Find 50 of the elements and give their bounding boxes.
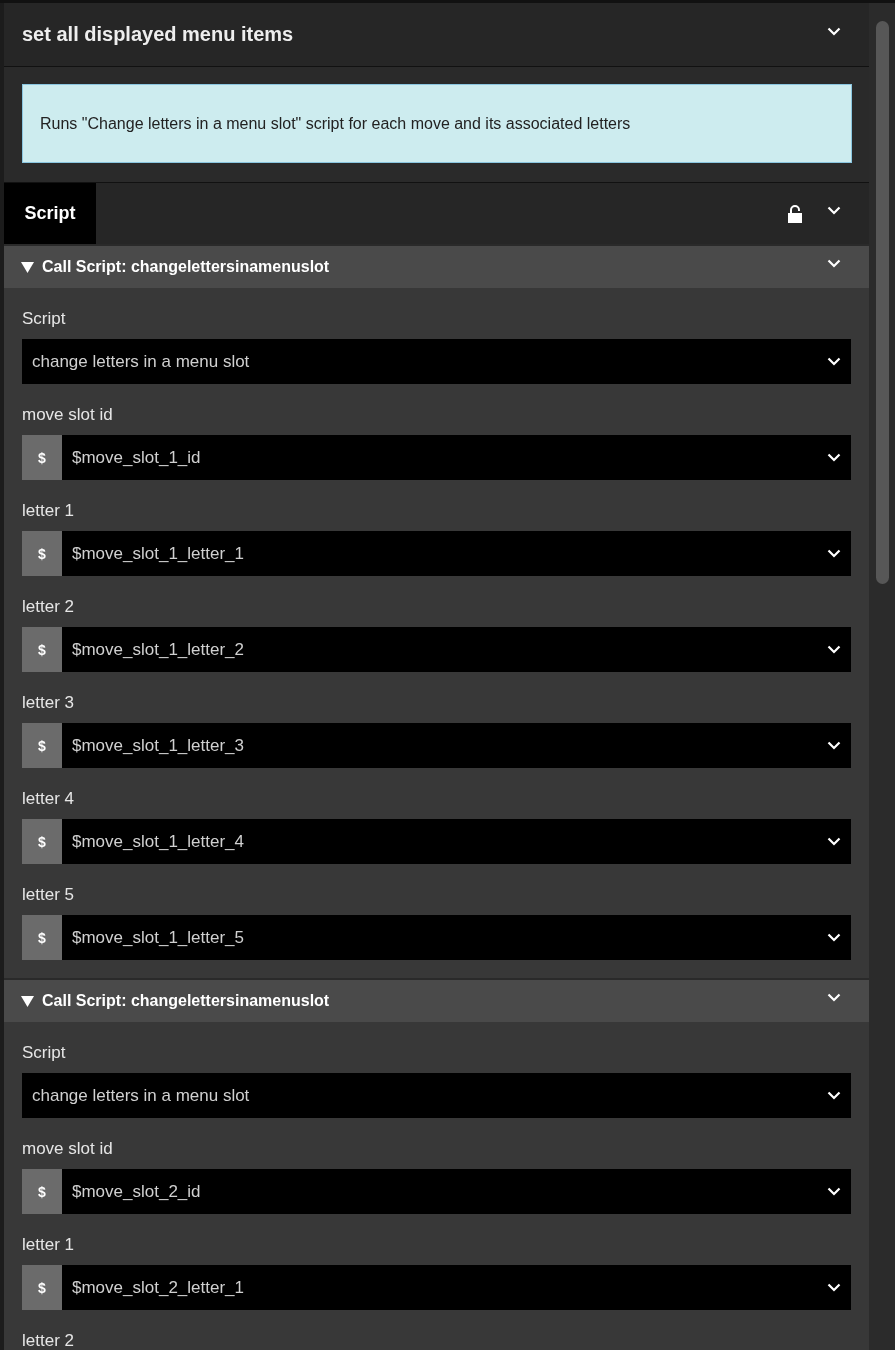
collapse-chevron-icon[interactable] — [827, 258, 841, 268]
dropdown-field[interactable]: $move_slot_1_letter_1 — [62, 531, 851, 576]
chevron-down-icon[interactable] — [827, 27, 841, 36]
field-label: letter 1 — [22, 1234, 75, 1256]
chevron-down-icon — [827, 453, 841, 462]
variable-toggle-button[interactable]: $ — [22, 915, 62, 960]
collapse-chevron-icon[interactable] — [827, 992, 841, 1002]
field-label: letter 2 — [22, 1330, 75, 1350]
variable-toggle-button[interactable]: $ — [22, 1169, 62, 1214]
field-label: Script — [22, 308, 67, 330]
variable-toggle-button[interactable]: $ — [22, 531, 62, 576]
chevron-down-icon — [827, 933, 841, 942]
dropdown-field[interactable]: $move_slot_1_letter_4 — [62, 819, 851, 864]
field-label: letter 1 — [22, 500, 75, 522]
field-label: letter 3 — [22, 692, 75, 714]
chevron-down-icon — [827, 549, 841, 558]
dropdown-field[interactable]: change letters in a menu slot — [22, 339, 851, 384]
field-label: letter 2 — [22, 596, 75, 618]
variable-toggle-button[interactable]: $ — [22, 819, 62, 864]
tab[interactable]: Script — [4, 183, 96, 244]
variable-toggle-button[interactable]: $ — [22, 723, 62, 768]
call-script-header[interactable]: Call Script: changelettersinamenuslot — [4, 980, 869, 1022]
field-label: move slot id — [22, 1138, 114, 1160]
dropdown-field[interactable]: $move_slot_1_letter_5 — [62, 915, 851, 960]
variable-toggle-button[interactable]: $ — [22, 627, 62, 672]
chevron-down-icon — [827, 741, 841, 750]
scrollbar-thumb[interactable] — [876, 21, 889, 584]
dropdown-field[interactable]: $move_slot_2_letter_1 — [62, 1265, 851, 1310]
panel-title: set all displayed menu items — [22, 23, 295, 46]
dropdown-field[interactable]: $move_slot_1_id — [62, 435, 851, 480]
padlock-open-icon[interactable] — [787, 204, 803, 223]
chevron-down-icon — [827, 1091, 841, 1100]
field-label: move slot id — [22, 404, 114, 426]
description-note: Runs "Change letters in a menu slot" script for each move and its associated letters — [22, 84, 852, 163]
chevron-down-icon — [827, 1187, 841, 1196]
field-label: letter 4 — [22, 788, 75, 810]
chevron-down-icon — [827, 1283, 841, 1292]
field-label: Script — [22, 1042, 67, 1064]
chevron-down-icon — [827, 645, 841, 654]
dropdown-field[interactable]: $move_slot_2_id — [62, 1169, 851, 1214]
variable-toggle-button[interactable]: $ — [22, 435, 62, 480]
dropdown-field[interactable]: $move_slot_1_letter_3 — [62, 723, 851, 768]
variable-toggle-button[interactable]: $ — [22, 1265, 62, 1310]
collapse-chevron-icon[interactable] — [827, 206, 841, 215]
dropdown-field[interactable]: change letters in a menu slot — [22, 1073, 851, 1118]
dropdown-field[interactable]: $move_slot_1_letter_2 — [62, 627, 851, 672]
call-script-header[interactable]: Call Script: changelettersinamenuslot — [4, 246, 869, 288]
chevron-down-icon — [827, 837, 841, 846]
chevron-down-icon — [827, 357, 841, 366]
field-label: letter 5 — [22, 884, 75, 906]
